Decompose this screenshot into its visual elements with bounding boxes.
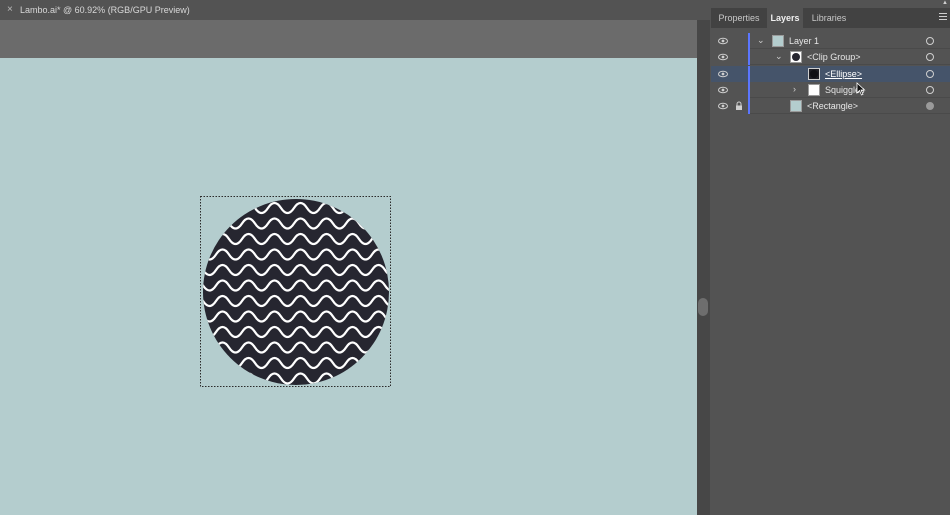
tab-libraries[interactable]: Libraries [803,8,855,28]
layer-color-bar [748,49,750,65]
eye-icon[interactable] [718,85,728,95]
chevron-down-icon[interactable]: ⌄ [775,51,783,62]
layer-name: Layer 1 [789,36,820,46]
eye-icon[interactable] [718,52,728,62]
clip-group-thumbnail [790,51,802,63]
target-icon[interactable] [926,53,934,61]
lock-icon[interactable] [735,101,743,111]
layer-color-bar [748,98,750,114]
eye-icon[interactable] [718,69,728,79]
layer-color-bar [748,33,750,49]
pasteboard[interactable] [0,20,697,58]
target-icon[interactable] [926,86,934,94]
ellipse-thumbnail [808,68,820,80]
tab-layers[interactable]: Layers [767,8,803,28]
row-divider [750,64,950,65]
eye-icon[interactable] [718,36,728,46]
tab-properties[interactable]: Properties [711,8,767,28]
document-tab[interactable]: × Lambo.ai* @ 60.92% (RGB/GPU Preview) [0,0,697,20]
target-icon[interactable] [926,102,934,110]
row-divider [750,113,950,114]
clip-group-artwork[interactable] [190,188,405,403]
rectangle-thumbnail [790,100,802,112]
layer-row-ellipse[interactable]: <Ellipse> [711,66,950,82]
layer-name[interactable]: <Ellipse> [825,66,862,82]
eye-icon[interactable] [718,101,728,111]
layer-row-squiggles[interactable]: › Squiggles [711,82,950,98]
document-title: Lambo.ai* @ 60.92% (RGB/GPU Preview) [20,5,190,15]
scrollbar-thumb[interactable] [698,298,708,316]
layers-panel: ▲ Properties Layers Libraries ⌄ Layer 1 … [711,0,950,515]
layer-color-bar [748,66,750,82]
layer-color-bar [748,82,750,98]
target-icon[interactable] [926,70,934,78]
vertical-scrollbar[interactable] [697,20,710,515]
collapse-panel-icon[interactable]: ▲ [942,0,948,6]
squiggles-thumbnail [808,84,820,96]
layer-name: <Clip Group> [807,52,861,62]
chevron-right-icon[interactable]: › [793,84,796,94]
layer-thumbnail [772,35,784,47]
layer-row-rectangle[interactable]: <Rectangle> [711,98,950,114]
layer-name: <Rectangle> [807,101,859,111]
panel-tab-bar: Properties Layers Libraries [711,8,950,28]
mouse-cursor-icon [856,82,866,96]
layer-row-layer-1[interactable]: ⌄ Layer 1 [711,33,950,49]
menu-icon[interactable] [939,13,947,21]
close-icon[interactable]: × [7,0,13,20]
target-icon[interactable] [926,37,934,45]
chevron-down-icon[interactable]: ⌄ [757,35,765,46]
layer-row-clip-group[interactable]: ⌄ <Clip Group> [711,49,950,65]
